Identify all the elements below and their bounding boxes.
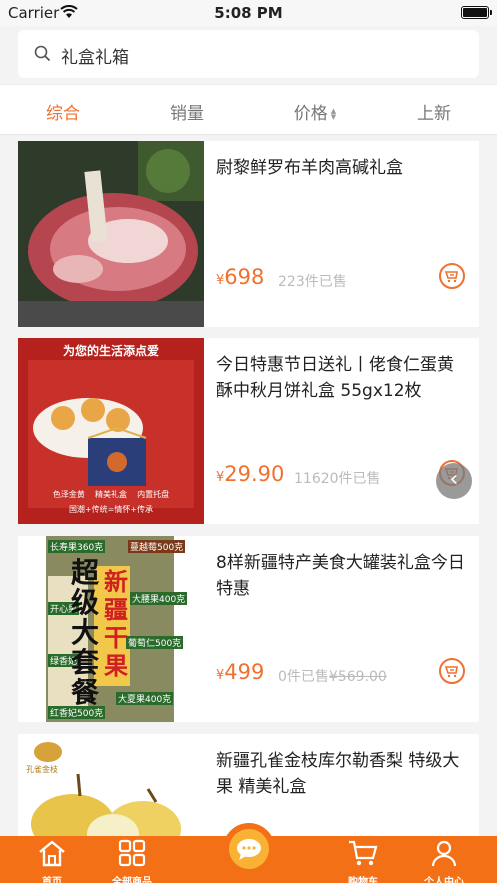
- sort-arrows-icon: ▲ ▼: [330, 107, 337, 121]
- product-image-mooncake: 为您的生活添点爱 色泽金黄 精美礼盒 内置托盘 国潮+传统=情怀+传承: [18, 338, 204, 524]
- product-card[interactable]: 尉黎鲜罗布羊肉高碱礼盒 ¥698 223件已售: [18, 141, 479, 327]
- sort-sales[interactable]: 销量: [127, 99, 247, 124]
- tab-home[interactable]: 首页: [12, 838, 92, 883]
- tab-profile-label: 个人中心: [424, 877, 464, 883]
- cart-icon: [444, 666, 458, 678]
- product-title: 今日特惠节日送礼丨佬食仁蛋黄酥中秋月饼礼盒 55gx12枚 660...: [216, 355, 454, 401]
- product-price: ¥698: [216, 265, 265, 289]
- tab-cart[interactable]: 购物车: [323, 838, 403, 883]
- add-to-cart-button[interactable]: [439, 658, 465, 684]
- battery-icon: [461, 6, 492, 19]
- caption-text: 色泽金黄 精美礼盒 内置托盘: [52, 490, 170, 499]
- sort-comprehensive[interactable]: 综合: [3, 99, 123, 124]
- status-bar: Carrier 5:08 PM: [0, 0, 497, 26]
- product-sold: 11620件已售: [294, 471, 381, 487]
- product-title: 新疆孔雀金枝库尔勒香梨 特级大果 精美礼盒: [216, 751, 460, 797]
- brand-logo-text: 孔雀金枝: [26, 765, 58, 774]
- product-price: ¥499: [216, 660, 265, 684]
- cart-icon: [444, 271, 458, 283]
- original-price: ¥569.00: [328, 669, 387, 685]
- person-icon: [431, 840, 457, 867]
- product-image-lamb: [18, 141, 204, 327]
- chevron-left-icon: ‹: [449, 467, 459, 492]
- product-image-dried-fruit: 长寿果360克 蔓越莓500克 开心果 大腰果400克 绿香妃 葡萄仁500克 …: [18, 536, 204, 722]
- home-icon: [39, 840, 65, 867]
- tab-all-products[interactable]: 全部商品: [92, 838, 172, 883]
- tab-all-products-label: 全部商品: [112, 877, 152, 883]
- tab-profile[interactable]: 个人中心: [404, 838, 484, 883]
- grid-icon: [118, 839, 146, 867]
- sort-new[interactable]: 上新: [374, 99, 494, 124]
- sort-bar: 综合 销量 价格 ▲ ▼ 上新: [0, 84, 497, 135]
- search-icon: [34, 45, 51, 62]
- tab-cart-label: 购物车: [348, 877, 378, 883]
- product-sold: 223件已售: [278, 274, 347, 290]
- chat-button[interactable]: [223, 823, 275, 875]
- add-to-cart-button[interactable]: [439, 263, 465, 289]
- sort-price-label: 价格: [293, 104, 328, 124]
- product-title: 8样新疆特产美食大罐装礼盒今日特惠: [216, 553, 465, 599]
- product-sold: 0件已售¥569.00: [278, 669, 387, 685]
- tab-home-label: 首页: [42, 877, 62, 883]
- search-query: 礼盒礼箱: [61, 48, 129, 68]
- cart-icon: [349, 840, 378, 866]
- product-card[interactable]: 为您的生活添点爱 色泽金黄 精美礼盒 内置托盘 国潮+传统=情怀+传承 今日特惠…: [18, 338, 479, 524]
- product-price: ¥29.90: [216, 462, 285, 486]
- search-input[interactable]: 礼盒礼箱: [18, 30, 479, 78]
- sort-price[interactable]: 价格 ▲ ▼: [255, 99, 375, 124]
- chat-bubble-icon: [237, 839, 261, 860]
- search-area: 礼盒礼箱: [0, 26, 497, 84]
- float-back-button[interactable]: ‹: [436, 463, 472, 499]
- product-card[interactable]: 长寿果360克 蔓越莓500克 开心果 大腰果400克 绿香妃 葡萄仁500克 …: [18, 536, 479, 722]
- tagline-text: 国潮+传统=情怀+传承: [68, 505, 154, 514]
- banner-text: 为您的生活添点爱: [62, 344, 159, 358]
- product-title: 尉黎鲜罗布羊肉高碱礼盒: [216, 158, 403, 178]
- clock: 5:08 PM: [214, 4, 283, 22]
